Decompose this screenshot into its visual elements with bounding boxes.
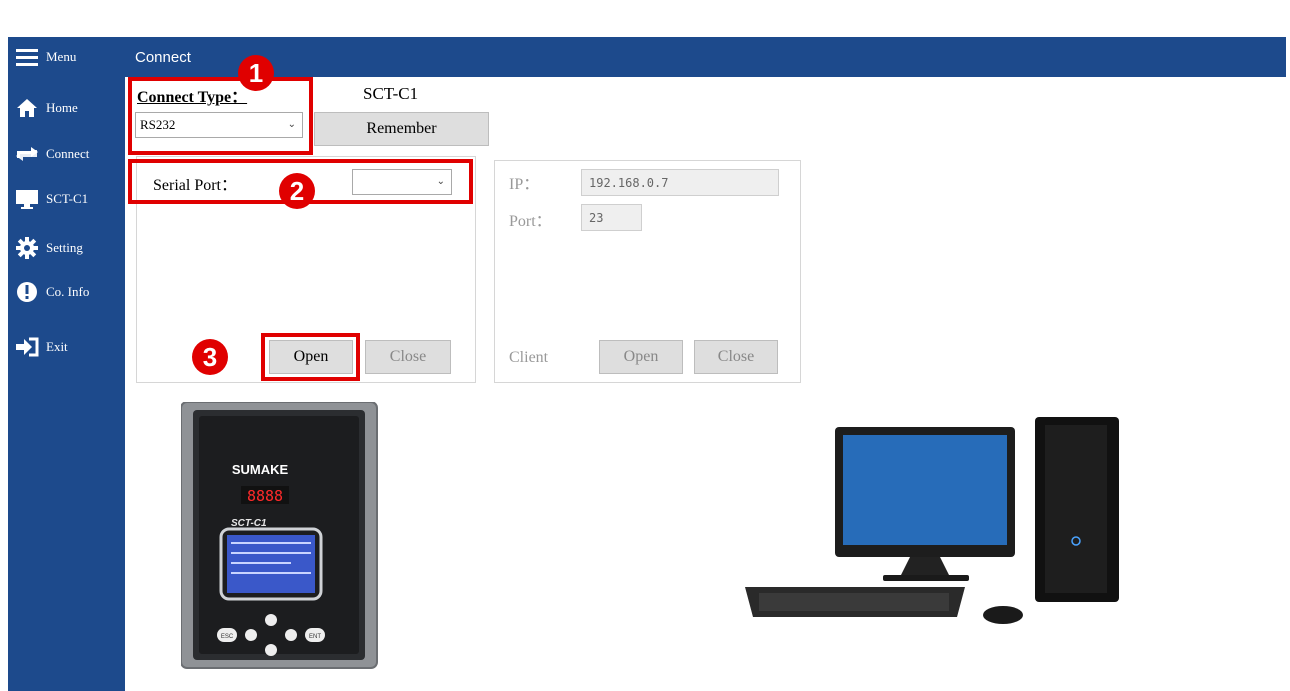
sidebar-item-connect[interactable]: Connect bbox=[8, 134, 125, 174]
main-content: Connect Type： SCT-C1 RS232 ⌄ Remember Se… bbox=[125, 55, 1286, 691]
client-label: Client bbox=[509, 349, 549, 366]
connect-arrows-icon bbox=[8, 145, 46, 163]
port-input[interactable]: 23 bbox=[581, 204, 642, 231]
sidebar-item-label: Connect bbox=[46, 146, 90, 161]
sidebar-item-label: Setting bbox=[46, 240, 83, 255]
ip-label: IP： bbox=[509, 176, 540, 193]
sidebar-item-label: Co. Info bbox=[46, 284, 90, 299]
highlight-open-button bbox=[261, 333, 360, 381]
sidebar-item-sct-c1[interactable]: SCT-C1 bbox=[8, 179, 125, 219]
sidebar-item-setting[interactable]: Setting bbox=[8, 228, 125, 268]
info-exclamation-icon bbox=[8, 281, 46, 303]
step-badge-3: 3 bbox=[192, 339, 228, 375]
exit-icon bbox=[8, 337, 46, 357]
device-ent-label: ENT bbox=[309, 634, 321, 640]
hamburger-icon bbox=[8, 48, 46, 66]
sct-c1-device-image: SUMAKE 8888 SCT-C1 ESC ENT bbox=[181, 402, 378, 669]
port-label: Port： bbox=[509, 213, 552, 230]
sidebar-item-label: Home bbox=[46, 100, 78, 115]
highlight-connect-type bbox=[128, 77, 313, 155]
sidebar-item-label: Menu bbox=[46, 49, 77, 64]
model-name: SCT-C1 bbox=[363, 84, 419, 103]
network-open-button[interactable]: Open bbox=[599, 340, 683, 374]
sidebar-item-label: Exit bbox=[46, 339, 68, 354]
gear-icon bbox=[8, 237, 46, 259]
serial-close-button[interactable]: Close bbox=[365, 340, 451, 374]
desktop-computer-image bbox=[745, 417, 1119, 624]
sidebar-item-co-info[interactable]: Co. Info bbox=[8, 272, 125, 312]
remember-button[interactable]: Remember bbox=[314, 112, 489, 146]
sidebar: Menu Home Connect SCT-C1 Setting Co. Inf… bbox=[8, 37, 125, 691]
step-badge-1: 1 bbox=[238, 55, 274, 91]
device-esc-label: ESC bbox=[221, 634, 234, 640]
device-brand-text: SUMAKE bbox=[232, 462, 289, 477]
device-model-text: SCT-C1 bbox=[231, 518, 267, 529]
device-led-display: 8888 bbox=[247, 487, 283, 505]
page-header: Connect bbox=[125, 37, 1286, 77]
app-window: Menu Home Connect SCT-C1 Setting Co. Inf… bbox=[8, 37, 1286, 691]
home-icon bbox=[8, 98, 46, 118]
sidebar-item-exit[interactable]: Exit bbox=[8, 327, 125, 367]
ip-input[interactable]: 192.168.0.7 bbox=[581, 169, 779, 196]
sidebar-item-menu[interactable]: Menu bbox=[8, 37, 125, 77]
step-badge-2: 2 bbox=[279, 173, 315, 209]
sidebar-item-label: SCT-C1 bbox=[46, 191, 89, 206]
monitor-icon bbox=[8, 189, 46, 209]
page-title: Connect bbox=[135, 48, 191, 66]
network-close-button[interactable]: Close bbox=[694, 340, 778, 374]
sidebar-item-home[interactable]: Home bbox=[8, 88, 125, 128]
